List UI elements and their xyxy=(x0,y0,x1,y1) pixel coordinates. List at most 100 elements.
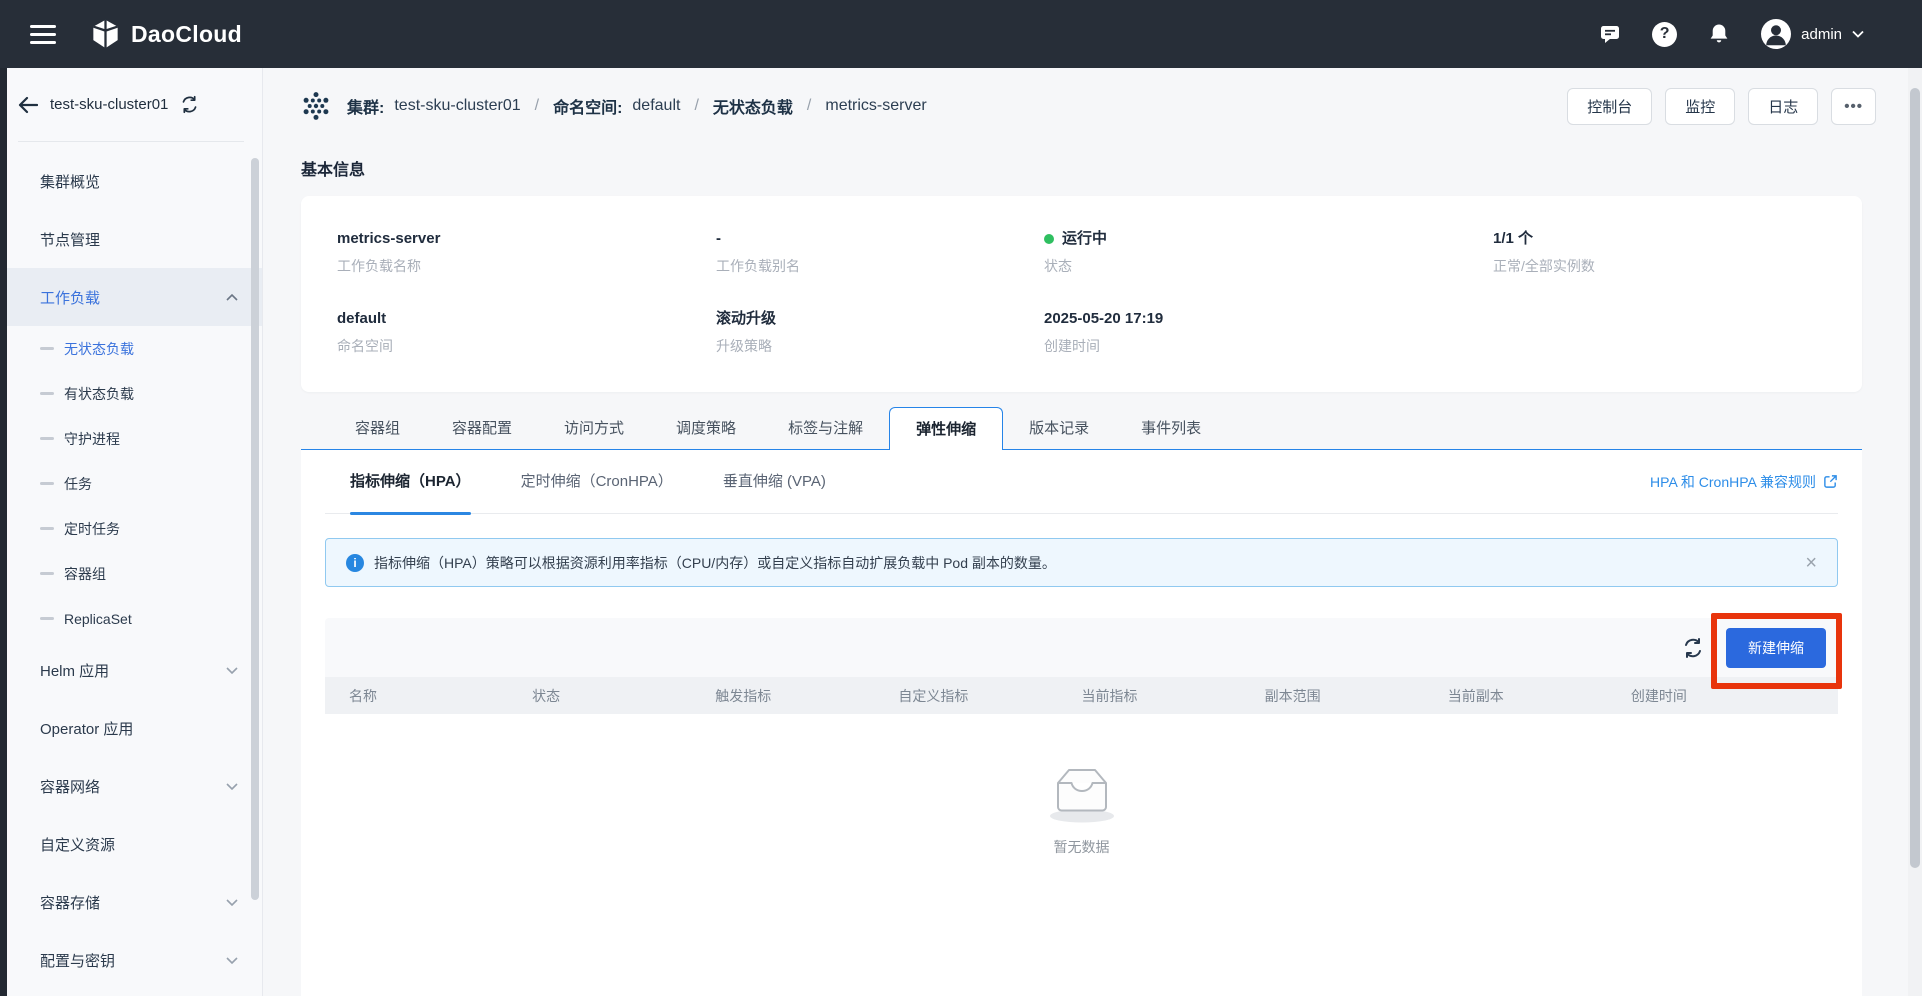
col-trigger-metric: 触发指标 xyxy=(715,686,898,706)
daocloud-logo-icon xyxy=(92,19,119,49)
sidebar-item-container-network[interactable]: 容器网络 xyxy=(0,757,262,815)
top-header: DaoCloud ? admin xyxy=(0,0,1922,68)
hpa-compatibility-link[interactable]: HPA 和 CronHPA 兼容规则 xyxy=(1650,472,1838,492)
sidebar-item-custom-resources[interactable]: 自定义资源 xyxy=(0,815,262,873)
user-avatar-icon xyxy=(1761,19,1791,49)
field-empty xyxy=(1493,310,1826,358)
subtab-vpa[interactable]: 垂直伸缩 (VPA) xyxy=(723,450,826,514)
tab-pods[interactable]: 容器组 xyxy=(329,407,426,450)
help-icon[interactable]: ? xyxy=(1652,22,1677,47)
sidebar-item-config-secrets[interactable]: 配置与密钥 xyxy=(0,931,262,989)
page-scrollbar[interactable] xyxy=(1910,88,1920,868)
chevron-down-icon xyxy=(226,783,238,790)
dash-icon xyxy=(40,572,54,575)
status-dot-icon xyxy=(1044,234,1054,244)
empty-text: 暂无数据 xyxy=(1054,837,1110,857)
field-instances: 1/1 个 正常/全部实例数 xyxy=(1493,230,1826,278)
field-upgrade-policy: 滚动升级 升级策略 xyxy=(716,310,1044,358)
col-current-replicas: 当前副本 xyxy=(1448,686,1631,706)
scaling-subtabs: 指标伸缩（HPA） 定时伸缩（CronHPA） 垂直伸缩 (VPA) HPA 和… xyxy=(325,450,1838,514)
breadcrumb-cluster-value[interactable]: test-sku-cluster01 xyxy=(394,97,520,115)
field-namespace: default 命名空间 xyxy=(337,310,716,358)
sidebar-item-helm-apps[interactable]: Helm 应用 xyxy=(0,641,262,699)
tab-container-config[interactable]: 容器配置 xyxy=(426,407,538,450)
external-link-icon xyxy=(1823,474,1838,489)
sidebar-item-deployments[interactable]: 无状态负载 xyxy=(0,326,262,371)
col-replica-range: 副本范围 xyxy=(1265,686,1448,706)
cluster-dots-icon xyxy=(301,91,331,121)
detail-tabs: 容器组 容器配置 访问方式 调度策略 标签与注解 弹性伸缩 版本记录 事件列表 xyxy=(301,407,1862,450)
console-button[interactable]: 控制台 xyxy=(1567,88,1652,125)
dash-icon xyxy=(40,437,54,440)
sidebar-item-cronjobs[interactable]: 定时任务 xyxy=(0,506,262,551)
notification-bell-icon[interactable] xyxy=(1707,22,1731,46)
empty-state: 暂无数据 xyxy=(325,759,1838,857)
monitoring-button[interactable]: 监控 xyxy=(1665,88,1735,125)
subtab-hpa[interactable]: 指标伸缩（HPA） xyxy=(350,450,471,514)
hpa-toolbar: 新建伸缩 xyxy=(325,618,1838,677)
breadcrumb: 集群: test-sku-cluster01 / 命名空间: default /… xyxy=(301,91,927,121)
field-workload-alias: - 工作负载别名 xyxy=(716,230,1044,278)
breadcrumb-namespace-label: 命名空间: xyxy=(553,94,622,118)
user-chevron-down-icon xyxy=(1852,30,1864,38)
sidebar-item-container-storage[interactable]: 容器存储 xyxy=(0,873,262,931)
sidebar-item-node-management[interactable]: 节点管理 xyxy=(0,210,262,268)
sidebar-item-pods[interactable]: 容器组 xyxy=(0,551,262,596)
tab-events[interactable]: 事件列表 xyxy=(1115,407,1227,450)
tab-labels-annotations[interactable]: 标签与注解 xyxy=(762,407,889,450)
refresh-icon[interactable] xyxy=(1682,637,1704,659)
chevron-up-icon xyxy=(226,294,238,301)
col-status: 状态 xyxy=(532,686,715,706)
dash-icon xyxy=(40,347,54,350)
chevron-down-icon xyxy=(226,957,238,964)
subtab-cronhpa[interactable]: 定时伸缩（CronHPA） xyxy=(521,450,673,514)
sidebar-item-workloads[interactable]: 工作负载 xyxy=(0,268,262,326)
autoscaling-panel: 指标伸缩（HPA） 定时伸缩（CronHPA） 垂直伸缩 (VPA) HPA 和… xyxy=(301,450,1862,996)
field-created-time: 2025-05-20 17:19 创建时间 xyxy=(1044,310,1493,358)
col-current-metric: 当前指标 xyxy=(1082,686,1265,706)
more-actions-button[interactable]: ••• xyxy=(1831,88,1876,125)
field-status: 运行中 状态 xyxy=(1044,230,1493,278)
dash-icon xyxy=(40,617,54,620)
tab-revisions[interactable]: 版本记录 xyxy=(1003,407,1115,450)
breadcrumb-namespace-value[interactable]: default xyxy=(632,97,680,115)
sidebar: test-sku-cluster01 集群概览 节点管理 工作负载 无状态负载 … xyxy=(0,68,263,996)
user-menu[interactable]: admin xyxy=(1761,19,1864,49)
empty-box-icon xyxy=(1044,759,1120,825)
message-icon[interactable] xyxy=(1598,22,1622,46)
sidebar-item-statefulsets[interactable]: 有状态负载 xyxy=(0,371,262,416)
hpa-table-header: 名称 状态 触发指标 自定义指标 当前指标 副本范围 当前副本 创建时间 xyxy=(325,677,1838,714)
sidebar-item-replicasets[interactable]: ReplicaSet xyxy=(0,596,262,641)
user-name: admin xyxy=(1801,26,1842,43)
info-icon: i xyxy=(346,554,364,572)
sidebar-item-cluster-overview[interactable]: 集群概览 xyxy=(0,152,262,210)
left-drawer-edge xyxy=(0,68,7,996)
main-content: 集群: test-sku-cluster01 / 命名空间: default /… xyxy=(264,68,1922,996)
sidebar-item-daemonsets[interactable]: 守护进程 xyxy=(0,416,262,461)
create-scaling-button[interactable]: 新建伸缩 xyxy=(1726,628,1826,668)
tab-autoscaling[interactable]: 弹性伸缩 xyxy=(889,407,1003,450)
brand-name: DaoCloud xyxy=(131,21,242,48)
switch-cluster-icon[interactable] xyxy=(180,95,199,114)
brand-logo[interactable]: DaoCloud xyxy=(92,19,242,49)
banner-close-icon[interactable]: × xyxy=(1805,553,1817,573)
basic-info-card: metrics-server 工作负载名称 - 工作负载别名 运行中 状态 1/… xyxy=(301,196,1862,392)
sidebar-item-operator-apps[interactable]: Operator 应用 xyxy=(0,699,262,757)
breadcrumb-workload-name: metrics-server xyxy=(825,97,926,115)
breadcrumb-workload-type[interactable]: 无状态负载 xyxy=(713,94,793,118)
chevron-down-icon xyxy=(226,899,238,906)
tab-access[interactable]: 访问方式 xyxy=(538,407,650,450)
hamburger-menu-icon[interactable] xyxy=(30,25,56,44)
col-name: 名称 xyxy=(349,686,532,706)
breadcrumb-cluster-label: 集群: xyxy=(347,94,384,118)
tab-scheduling[interactable]: 调度策略 xyxy=(650,407,762,450)
sidebar-scrollbar[interactable] xyxy=(251,158,259,900)
sidebar-cluster-name: test-sku-cluster01 xyxy=(50,96,168,113)
sidebar-item-jobs[interactable]: 任务 xyxy=(0,461,262,506)
back-arrow-icon[interactable] xyxy=(18,96,38,114)
col-created-time: 创建时间 xyxy=(1631,686,1814,706)
banner-text: 指标伸缩（HPA）策略可以根据资源利用率指标（CPU/内存）或自定义指标自动扩展… xyxy=(374,553,1056,573)
logs-button[interactable]: 日志 xyxy=(1748,88,1818,125)
basic-info-title: 基本信息 xyxy=(301,156,365,180)
dash-icon xyxy=(40,392,54,395)
